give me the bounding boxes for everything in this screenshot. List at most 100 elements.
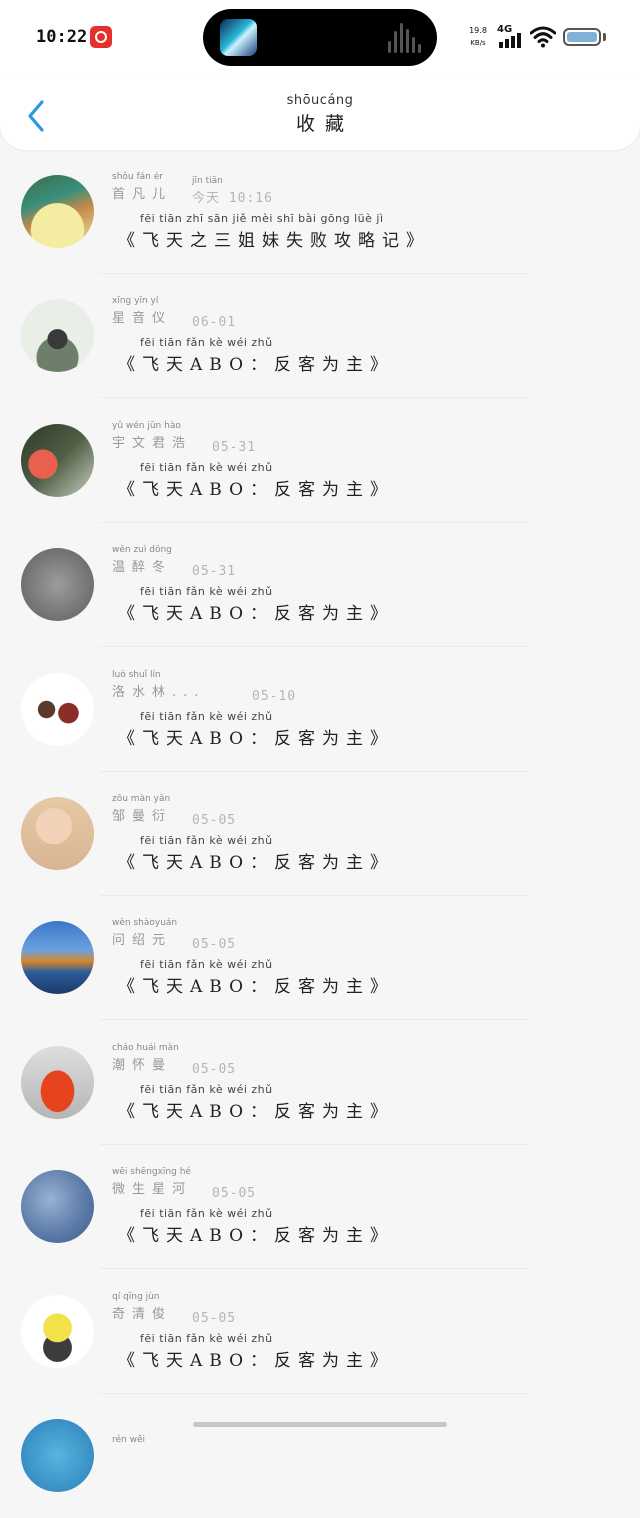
saved-time-pinyin: jīn tiān: [192, 176, 223, 186]
author-name-pinyin: cháo huái màn: [112, 1043, 179, 1053]
saved-time-text: 05-31: [192, 564, 237, 579]
book-title-pinyin: fēi tiān fǎn kè wéi zhǔ: [140, 461, 273, 474]
list-item[interactable]: zōu màn yǎn 邹曼衍 05-05 fēi tiān fǎn kè wéi z…: [0, 772, 640, 896]
saved-time-text: 05-31: [212, 440, 257, 455]
status-time: 10:22: [36, 27, 88, 47]
list-item[interactable]: xīng yīn yí 星音仪 06-01 fēi tiān fǎn kè wéi z…: [0, 274, 640, 398]
saved-time-text: 05-05: [212, 1186, 257, 1201]
battery-icon: [563, 28, 601, 46]
list-item[interactable]: yǔ wén jūn hào 宇文君浩 05-31 fēi tiān fǎn kè w…: [0, 399, 640, 523]
book-title-pinyin: fēi tiān fǎn kè wéi zhǔ: [140, 710, 273, 723]
saved-time-text: 05-05: [192, 813, 237, 828]
avatar[interactable]: [21, 299, 94, 372]
saved-time: 05-05: [192, 798, 236, 828]
author-name-pinyin: xīng yīn yí: [112, 296, 159, 306]
author-name-pinyin: qí qīng jùn: [112, 1292, 160, 1302]
saved-time-text: 05-05: [192, 1311, 237, 1326]
book-title-pinyin: fēi tiān fǎn kè wéi zhǔ: [140, 1083, 273, 1096]
saved-time: 06-01: [192, 300, 236, 330]
book-title-pinyin: fēi tiān fǎn kè wéi zhǔ: [140, 958, 273, 971]
page-header: shōucáng 收藏: [0, 78, 640, 150]
book-title-pinyin: fēi tiān fǎn kè wéi zhǔ: [140, 1332, 273, 1345]
avatar[interactable]: [21, 424, 94, 497]
avatar[interactable]: [21, 548, 94, 621]
home-indicator[interactable]: [193, 1422, 447, 1427]
avatar[interactable]: [21, 673, 94, 746]
author-name-pinyin: wēi shēngxīng hé: [112, 1167, 191, 1177]
book-title-text: 《飞天ABO：反客为主》: [118, 729, 395, 749]
saved-time-text: 06-01: [192, 315, 237, 330]
author-name: xīng yīn yí 星音仪: [112, 296, 173, 326]
divider: [100, 397, 530, 398]
divider: [100, 1019, 530, 1020]
list-item[interactable]: wèn shàoyuán 问绍元 05-05 fēi tiān fǎn kè wéi …: [0, 896, 640, 1020]
battery-level: [567, 32, 598, 42]
saved-time-text: 05-10: [252, 689, 297, 704]
author-name: cháo huái màn 潮怀曼: [112, 1043, 179, 1073]
author-name-text: 星音仪: [112, 311, 173, 326]
book-title-text: 《飞天ABO：反客为主》: [118, 355, 395, 375]
book-title-pinyin: fēi tiān fǎn kè wéi zhǔ: [140, 834, 273, 847]
saved-time: 05-31: [212, 425, 256, 455]
book-title-text: 《飞天ABO：反客为主》: [118, 480, 395, 500]
author-name: zōu màn yǎn 邹曼衍: [112, 794, 173, 824]
author-name-text: 问绍元: [112, 933, 173, 948]
page-title-pinyin: shōucáng: [286, 93, 354, 108]
author-name-pinyin: yǔ wén jūn hào: [112, 421, 181, 431]
author-name-text: 温醉冬: [112, 560, 173, 575]
avatar[interactable]: [21, 1046, 94, 1119]
list-item[interactable]: wēi shēngxīng hé 微生星河 05-05 fēi tiān fǎn kè…: [0, 1145, 640, 1269]
list-item[interactable]: luò shuǐ lín 洛水林... 05-10 fēi tiān fǎn kè w…: [0, 648, 640, 772]
cell-signal-icon: 4G: [497, 24, 523, 48]
list-item[interactable]: cháo huái màn 潮怀曼 05-05 fēi tiān fǎn kè wéi…: [0, 1021, 640, 1145]
author-name-text: 奇清俊: [112, 1307, 173, 1322]
avatar[interactable]: [21, 175, 94, 248]
network-speed-unit: KB/s: [470, 39, 486, 47]
page-title-text: 收藏: [295, 113, 354, 135]
audio-wave-icon: [388, 23, 422, 53]
book-title-text: 《飞天ABO：反客为主》: [118, 1102, 395, 1122]
book-title-pinyin: fēi tiān fǎn kè wéi zhǔ: [140, 1207, 273, 1220]
author-name-text: 宇文君浩: [112, 436, 193, 451]
media-thumbnail: [220, 19, 257, 56]
author-name-text: 邹曼衍: [112, 809, 173, 824]
avatar[interactable]: [21, 797, 94, 870]
book-title-text: 《飞天ABO：反客为主》: [118, 1226, 395, 1246]
avatar[interactable]: [21, 921, 94, 994]
book-title-text: 《飞天ABO：反客为主》: [118, 977, 395, 997]
author-name: shǒu fán ér 首凡儿: [112, 172, 173, 202]
author-name: wēi shēngxīng hé 微生星河: [112, 1167, 193, 1197]
battery-tip: [603, 33, 606, 41]
list-item[interactable]: wēn zuì dōng 温醉冬 05-31 fēi tiān fǎn kè wéi …: [0, 523, 640, 647]
page-title: shōucáng 收藏: [0, 93, 640, 136]
wifi-icon: [530, 26, 556, 48]
divider: [100, 1268, 530, 1269]
author-name-text: 洛水林...: [112, 685, 206, 700]
author-name: yǔ wén jūn hào 宇文君浩: [112, 421, 193, 451]
author-name: wēn zuì dōng 温醉冬: [112, 545, 173, 575]
author-name-pinyin: rén wěi: [112, 1435, 146, 1445]
list-item[interactable]: qí qīng jùn 奇清俊 05-05 fēi tiān fǎn kè wéi z…: [0, 1270, 640, 1394]
author-name: luò shuǐ lín 洛水林...: [112, 670, 206, 700]
dynamic-island[interactable]: [203, 9, 437, 66]
author-name-text: 微生星河: [112, 1182, 193, 1197]
avatar[interactable]: [21, 1170, 94, 1243]
saved-time: 05-05: [212, 1171, 256, 1201]
saved-time: 05-05: [192, 1047, 236, 1077]
list-item[interactable]: rén wěi: [0, 1394, 640, 1518]
list-item[interactable]: shǒu fán ér 首凡儿 jīn tiān 今天 10:16 fēi tiān z…: [0, 150, 640, 274]
saved-time: 05-31: [192, 549, 236, 579]
author-name-text: 首凡儿: [112, 187, 173, 202]
author-name-pinyin: wèn shàoyuán: [112, 918, 178, 928]
saved-time: 05-05: [192, 922, 236, 952]
status-bar: 10:22 19.8 KB/s 4G: [0, 0, 640, 78]
network-type: 4G: [497, 24, 513, 35]
avatar[interactable]: [21, 1295, 94, 1368]
saved-time: 05-10: [252, 674, 296, 704]
book-title-text: 《飞天之三姐妹失败攻略记》: [118, 231, 430, 251]
saved-time: jīn tiān 今天 10:16: [192, 176, 273, 206]
avatar[interactable]: [21, 1419, 94, 1492]
saved-time-text: 今天 10:16: [192, 191, 273, 206]
network-speed-value: 19.8: [469, 26, 487, 35]
book-title-pinyin: fēi tiān fǎn kè wéi zhǔ: [140, 336, 273, 349]
